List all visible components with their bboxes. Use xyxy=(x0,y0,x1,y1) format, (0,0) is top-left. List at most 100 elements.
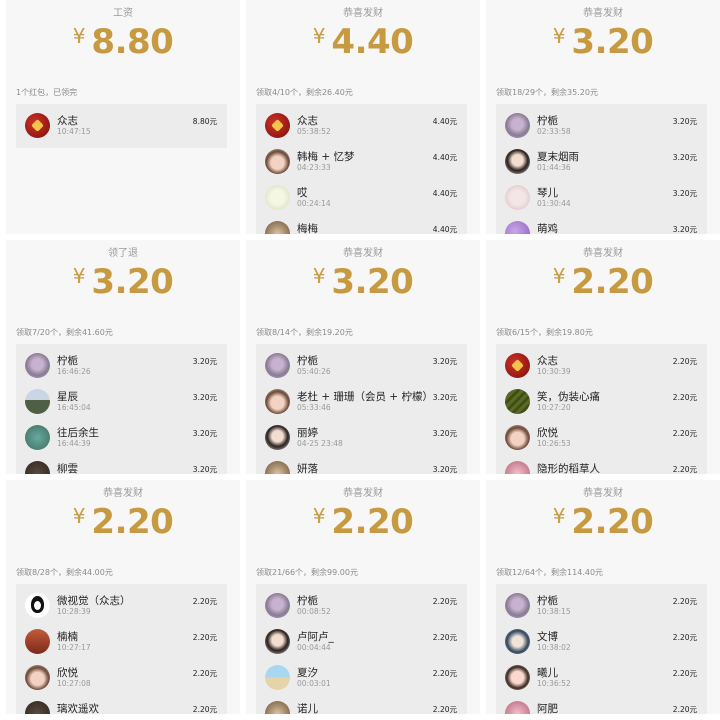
recipient-list: 柠栀 00:08:52 2.20元 卢阿卢_ 00:04:44 2.20元 夏汐 00:03:… xyxy=(256,584,467,714)
claimed-amount: 2.20元 xyxy=(672,669,697,678)
avatar[interactable] xyxy=(25,593,50,618)
claimed-amount: 3.20元 xyxy=(192,429,217,438)
recipient-row[interactable]: 众志 05:38:52 4.40元 xyxy=(256,108,467,144)
avatar[interactable] xyxy=(505,593,530,618)
recipient-name: 往后余生 xyxy=(57,427,99,439)
recipient-name: 欣悦 xyxy=(57,667,78,679)
claim-time: 05:38:52 xyxy=(297,127,331,136)
recipient-row[interactable]: 丽婷 04-25 23:48 3.20元 xyxy=(256,420,467,456)
recipient-row[interactable]: 老杜 + 珊珊（会员 + 柠檬） 05:33:46 3.20元 xyxy=(256,384,467,420)
claimed-amount: 4.40元 xyxy=(432,153,457,162)
avatar[interactable] xyxy=(265,425,290,450)
recipient-name: 文博 xyxy=(537,631,558,643)
recipient-row[interactable]: 柳雲 3.20元 xyxy=(16,456,227,474)
avatar[interactable] xyxy=(25,629,50,654)
recipient-row[interactable]: 夏末烟雨 01:44:36 3.20元 xyxy=(496,144,707,180)
recipient-row[interactable]: 楠楠 10:27:17 2.20元 xyxy=(16,624,227,660)
avatar[interactable] xyxy=(505,389,530,414)
recipient-row[interactable]: 韩梅 + 忆梦 04:23:33 4.40元 xyxy=(256,144,467,180)
claim-time: 01:30:44 xyxy=(537,199,571,208)
recipient-row[interactable]: 往后余生 16:44:39 3.20元 xyxy=(16,420,227,456)
claim-time: 10:36:52 xyxy=(537,679,571,688)
recipient-row[interactable]: 阿肥 2.20元 xyxy=(496,696,707,714)
recipient-name: 隐形的稻草人 xyxy=(537,463,600,474)
avatar[interactable] xyxy=(25,425,50,450)
avatar[interactable] xyxy=(505,629,530,654)
recipient-row[interactable]: 柠栀 16:46:26 3.20元 xyxy=(16,348,227,384)
claim-time: 10:26:53 xyxy=(537,439,571,448)
recipient-row[interactable]: 笑，伪装心痛 10:27:20 2.20元 xyxy=(496,384,707,420)
recipient-row[interactable]: 萌鸡 3.20元 xyxy=(496,216,707,234)
packet-title: 领了退 xyxy=(108,248,138,259)
recipient-row[interactable]: 欣悦 10:27:08 2.20元 xyxy=(16,660,227,696)
recipient-row[interactable]: 琴儿 01:30:44 3.20元 xyxy=(496,180,707,216)
avatar[interactable] xyxy=(505,353,530,378)
recipient-row[interactable]: 隐形的稻草人 2.20元 xyxy=(496,456,707,474)
claimed-amount: 2.20元 xyxy=(672,429,697,438)
red-packet-panel: 恭喜发财 ¥3.20 领取8/14个，剩余19.20元 柠栀 05:40:26 3.20元… xyxy=(246,240,480,474)
recipient-row[interactable]: 柠栀 05:40:26 3.20元 xyxy=(256,348,467,384)
claim-time: 10:27:08 xyxy=(57,679,91,688)
red-packet-panel: 恭喜发财 ¥2.20 领取12/64个，剩余114.40元 柠栀 10:38:15 2.2… xyxy=(486,480,720,714)
recipient-row[interactable]: 柠栀 10:38:15 2.20元 xyxy=(496,588,707,624)
avatar[interactable] xyxy=(505,221,530,234)
recipient-list: 柠栀 10:38:15 2.20元 文博 10:38:02 2.20元 曦儿 10:36:52… xyxy=(496,584,707,714)
avatar[interactable] xyxy=(25,665,50,690)
avatar[interactable] xyxy=(505,665,530,690)
claim-summary: 领取8/14个，剩余19.20元 xyxy=(256,328,353,337)
currency-symbol: ¥ xyxy=(552,264,566,288)
recipient-row[interactable]: 夏汐 00:03:01 2.20元 xyxy=(256,660,467,696)
avatar[interactable] xyxy=(505,701,530,714)
amount-value: 3.20 xyxy=(571,22,654,62)
avatar[interactable] xyxy=(265,629,290,654)
avatar[interactable] xyxy=(505,461,530,474)
avatar[interactable] xyxy=(505,113,530,138)
recipient-row[interactable]: 诺儿 2.20元 xyxy=(256,696,467,714)
recipient-row[interactable]: 柠栀 02:33:58 3.20元 xyxy=(496,108,707,144)
recipient-row[interactable]: 众志 10:47:15 8.80元 xyxy=(16,108,227,144)
recipient-row[interactable]: 柠栀 00:08:52 2.20元 xyxy=(256,588,467,624)
recipient-row[interactable]: 哎 00:24:14 4.40元 xyxy=(256,180,467,216)
avatar[interactable] xyxy=(265,389,290,414)
recipient-row[interactable]: 梅梅 4.40元 xyxy=(256,216,467,234)
claimed-amount: 4.40元 xyxy=(432,225,457,234)
recipient-name: 柳雲 xyxy=(57,463,78,474)
avatar[interactable] xyxy=(25,461,50,474)
recipient-row[interactable]: 星辰 16:45:04 3.20元 xyxy=(16,384,227,420)
avatar[interactable] xyxy=(265,461,290,474)
avatar[interactable] xyxy=(265,185,290,210)
recipient-row[interactable]: 欣悦 10:26:53 2.20元 xyxy=(496,420,707,456)
avatar[interactable] xyxy=(25,389,50,414)
avatar[interactable] xyxy=(25,701,50,714)
claim-summary: 1个红包，已领完 xyxy=(16,88,78,97)
recipient-row[interactable]: 微视觉（众志） 10:28:39 2.20元 xyxy=(16,588,227,624)
avatar[interactable] xyxy=(25,353,50,378)
recipient-list: 柠栀 02:33:58 3.20元 夏末烟雨 01:44:36 3.20元 琴儿 01:30:… xyxy=(496,104,707,234)
claimed-amount: 2.20元 xyxy=(432,669,457,678)
avatar[interactable] xyxy=(265,221,290,234)
red-packet-panel: 恭喜发财 ¥2.20 领取8/28个，剩余44.00元 微视觉（众志） 10:28:39… xyxy=(6,480,240,714)
recipient-row[interactable]: 文博 10:38:02 2.20元 xyxy=(496,624,707,660)
recipient-name: 柠栀 xyxy=(297,355,318,367)
avatar[interactable] xyxy=(265,593,290,618)
avatar[interactable] xyxy=(25,113,50,138)
avatar[interactable] xyxy=(505,149,530,174)
recipient-row[interactable]: 妍落 3.20元 xyxy=(256,456,467,474)
avatar[interactable] xyxy=(265,353,290,378)
avatar[interactable] xyxy=(265,149,290,174)
recipient-row[interactable]: 璃欢遥欢 2.20元 xyxy=(16,696,227,714)
avatar[interactable] xyxy=(505,185,530,210)
recipient-row[interactable]: 曦儿 10:36:52 2.20元 xyxy=(496,660,707,696)
recipient-row[interactable]: 众志 10:30:39 2.20元 xyxy=(496,348,707,384)
red-packet-panel: 恭喜发财 ¥2.20 领取21/66个，剩余99.00元 柠栀 00:08:52 2.20… xyxy=(246,480,480,714)
avatar[interactable] xyxy=(265,113,290,138)
claimed-amount: 3.20元 xyxy=(672,225,697,234)
recipient-name: 萌鸡 xyxy=(537,223,558,234)
avatar[interactable] xyxy=(265,665,290,690)
packet-title: 恭喜发财 xyxy=(583,248,623,259)
claimed-amount: 2.20元 xyxy=(432,597,457,606)
avatar[interactable] xyxy=(265,701,290,714)
avatar[interactable] xyxy=(505,425,530,450)
packet-amount: ¥3.20 xyxy=(6,262,240,302)
recipient-row[interactable]: 卢阿卢_ 00:04:44 2.20元 xyxy=(256,624,467,660)
